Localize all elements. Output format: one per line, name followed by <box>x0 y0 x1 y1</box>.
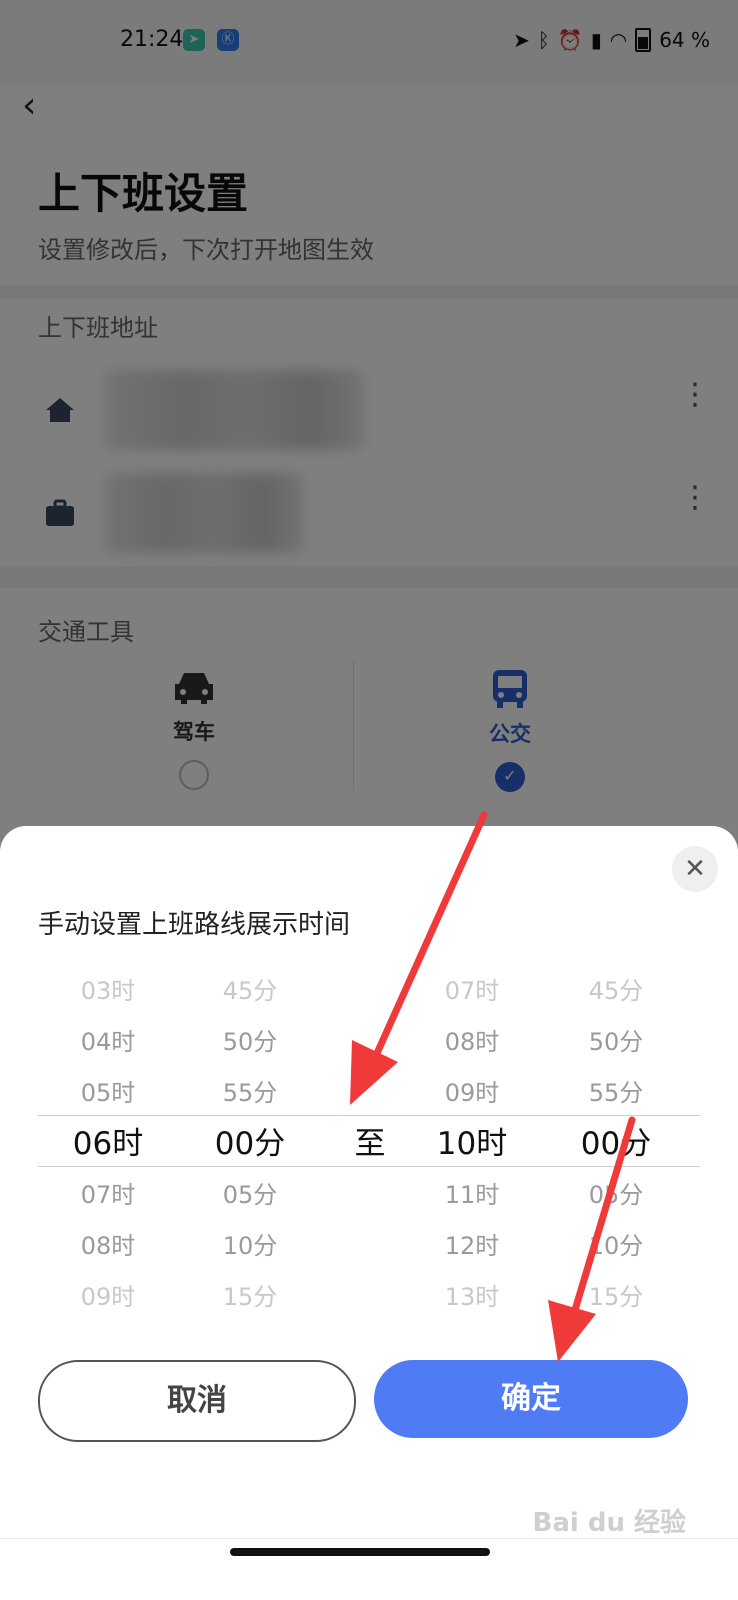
red-arrow-icon <box>548 1116 636 1362</box>
annotation-arrows <box>350 811 636 1362</box>
red-arrow-icon <box>350 811 488 1105</box>
